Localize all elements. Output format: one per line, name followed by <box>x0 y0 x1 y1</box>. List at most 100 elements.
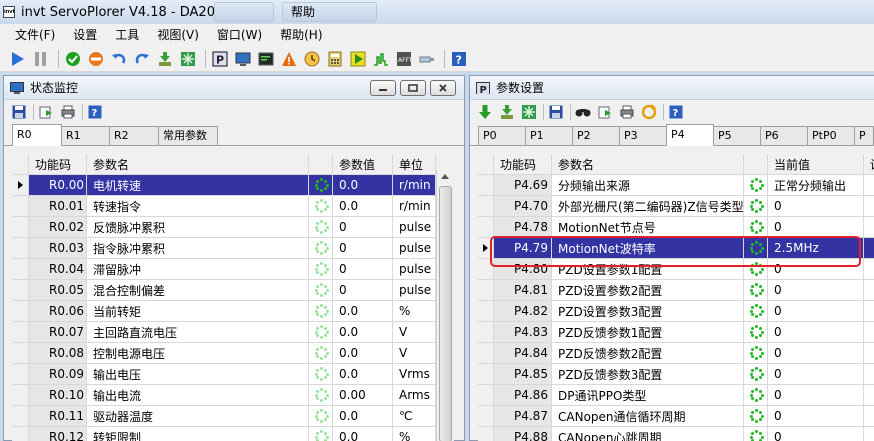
value-cell[interactable]: 0 <box>768 385 864 405</box>
row-header[interactable] <box>12 385 29 405</box>
table-row[interactable]: P4.81 PZD设置参数2配置 0 <box>478 280 874 301</box>
unit-cell[interactable]: r/min <box>393 175 436 195</box>
value-cell[interactable]: 0 <box>768 280 864 300</box>
parameter-name-cell[interactable]: 外部光栅尺(第二编码器)Z信号类型 <box>552 196 744 216</box>
function-code-cell[interactable]: R0.01 <box>29 196 87 216</box>
refresh-icon[interactable] <box>640 103 658 121</box>
value-cell[interactable]: 0 <box>768 196 864 216</box>
parameter-name-cell[interactable]: PZD反馈参数3配置 <box>552 364 744 384</box>
parameter-name-cell[interactable]: PZD设置参数1配置 <box>552 259 744 279</box>
setting-cell[interactable] <box>864 196 874 216</box>
scrollbar-thumb[interactable] <box>439 186 452 441</box>
column-header[interactable]: 功能码 <box>494 154 552 174</box>
row-header[interactable] <box>478 217 494 237</box>
value-cell[interactable]: 0.0 <box>333 343 393 363</box>
setting-cell[interactable] <box>864 259 874 279</box>
table-row[interactable]: P4.86 DP通讯PPO类型 0 <box>478 385 874 406</box>
app-fft-icon[interactable]: AFFT <box>394 49 414 69</box>
value-cell[interactable]: 2.5MHz <box>768 238 864 258</box>
unit-cell[interactable]: V <box>393 322 436 342</box>
function-code-cell[interactable]: P4.80 <box>494 259 552 279</box>
column-header[interactable]: 设 <box>864 154 874 174</box>
row-header[interactable] <box>12 343 29 363</box>
value-cell[interactable]: 0.0 <box>333 175 393 195</box>
setting-cell[interactable] <box>864 238 874 258</box>
unit-cell[interactable]: Vrms <box>393 364 436 384</box>
setting-cell[interactable] <box>864 175 874 195</box>
table-row[interactable]: P4.70 外部光栅尺(第二编码器)Z信号类型 0 <box>478 196 874 217</box>
table-row[interactable]: R0.11 驱动器温度 0.0 ℃ <box>12 406 436 427</box>
redo-icon[interactable] <box>132 49 152 69</box>
value-cell[interactable]: 0.0 <box>333 196 393 216</box>
table-row[interactable]: R0.00 电机转速 0.0 r/min <box>12 175 436 196</box>
row-header[interactable] <box>478 196 494 216</box>
tab-p1[interactable]: P1 <box>525 126 573 145</box>
row-header[interactable] <box>478 175 494 195</box>
table-row[interactable]: P4.85 PZD反馈参数3配置 0 <box>478 364 874 385</box>
table-row[interactable]: R0.04 滞留脉冲 0 pulse <box>12 259 436 280</box>
setting-cell[interactable] <box>864 427 874 441</box>
value-cell[interactable]: 0.0 <box>333 322 393 342</box>
column-header[interactable]: 参数值 <box>333 154 393 174</box>
unit-cell[interactable]: pulse <box>393 259 436 279</box>
function-code-cell[interactable]: P4.83 <box>494 322 552 342</box>
table-row[interactable]: P4.88 CANopen心跳周期 0 <box>478 427 874 441</box>
value-cell[interactable]: 0 <box>768 406 864 426</box>
unit-cell[interactable]: Arms <box>393 385 436 405</box>
table-row[interactable]: R0.12 转矩限制 0.0% <box>12 427 436 441</box>
function-code-cell[interactable]: R0.04 <box>29 259 87 279</box>
value-cell[interactable]: 0 <box>333 238 393 258</box>
row-header[interactable] <box>478 322 494 342</box>
parameter-name-cell[interactable]: PZD反馈参数2配置 <box>552 343 744 363</box>
menu-tools[interactable]: 工具 <box>106 24 148 46</box>
function-code-cell[interactable]: R0.00 <box>29 175 87 195</box>
row-header[interactable] <box>12 259 29 279</box>
value-cell[interactable]: 0 <box>768 427 864 441</box>
value-cell[interactable]: 0 <box>333 280 393 300</box>
value-cell[interactable]: 0 <box>768 259 864 279</box>
column-header[interactable]: 功能码 <box>29 154 87 174</box>
row-header[interactable] <box>478 364 494 384</box>
row-header[interactable] <box>478 301 494 321</box>
help-icon[interactable]: ? <box>449 49 469 69</box>
value-cell[interactable]: 0.0 <box>333 406 393 426</box>
row-header[interactable] <box>12 364 29 384</box>
parameter-name-cell[interactable]: MotionNet节点号 <box>552 217 744 237</box>
setting-cell[interactable] <box>864 280 874 300</box>
parameter-icon[interactable]: P <box>210 49 230 69</box>
tab-p5[interactable]: P5 <box>713 126 761 145</box>
value-cell[interactable]: 0 <box>333 217 393 237</box>
row-header[interactable] <box>12 175 29 195</box>
monitor-icon[interactable] <box>233 49 253 69</box>
function-code-cell[interactable]: P4.88 <box>494 427 552 441</box>
menu-file[interactable]: 文件(F) <box>6 24 64 46</box>
parameter-name-cell[interactable]: 驱动器温度 <box>87 406 309 426</box>
function-code-cell[interactable]: R0.08 <box>29 343 87 363</box>
function-code-cell[interactable]: P4.87 <box>494 406 552 426</box>
tab-p2[interactable]: P2 <box>572 126 620 145</box>
undo-icon[interactable] <box>109 49 129 69</box>
function-code-cell[interactable]: R0.10 <box>29 385 87 405</box>
value-cell[interactable]: 0 <box>333 259 393 279</box>
row-header[interactable] <box>12 406 29 426</box>
value-cell[interactable]: 0.0 <box>333 364 393 384</box>
tab-r1[interactable]: R1 <box>61 126 110 145</box>
value-cell[interactable]: 正常分频输出 <box>768 175 864 195</box>
setting-cell[interactable] <box>864 364 874 384</box>
tab-r0[interactable]: R0 <box>12 124 62 146</box>
table-row[interactable]: R0.07 主回路直流电压 0.0 V <box>12 322 436 343</box>
function-code-cell[interactable]: R0.09 <box>29 364 87 384</box>
unit-cell[interactable]: pulse <box>393 217 436 237</box>
tab-p3[interactable]: P3 <box>619 126 667 145</box>
setting-cell[interactable] <box>864 385 874 405</box>
table-row[interactable]: R0.05 混合控制偏差 0 pulse <box>12 280 436 301</box>
menu-help[interactable]: 帮助(H) <box>271 24 331 46</box>
function-code-cell[interactable]: R0.07 <box>29 322 87 342</box>
setting-cell[interactable] <box>864 301 874 321</box>
find-icon[interactable] <box>574 103 592 121</box>
value-cell[interactable]: 0 <box>768 217 864 237</box>
unit-cell[interactable]: V <box>393 343 436 363</box>
function-code-cell[interactable]: R0.12 <box>29 427 87 441</box>
calculator-icon[interactable] <box>325 49 345 69</box>
function-code-cell[interactable]: R0.05 <box>29 280 87 300</box>
